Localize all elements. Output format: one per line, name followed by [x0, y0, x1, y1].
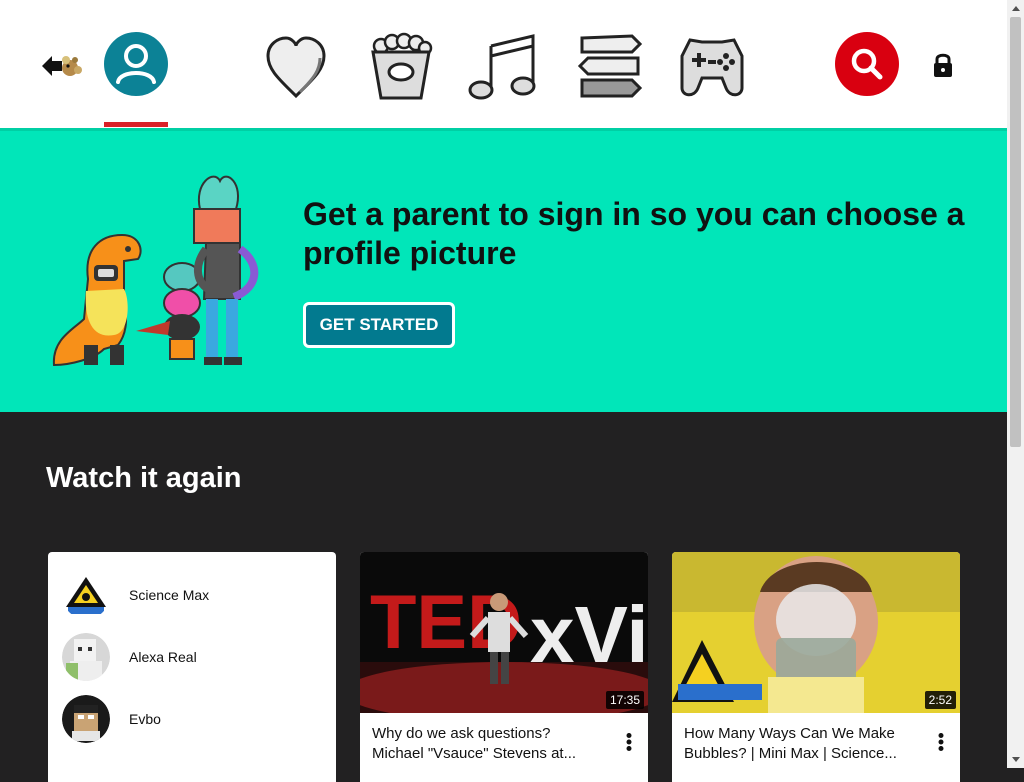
video-title-line: Bubbles? | Mini Max | Science... — [684, 745, 897, 762]
video-duration: 17:35 — [605, 691, 644, 709]
channel-row[interactable]: Evbo — [62, 693, 322, 745]
channel-list-card: Science Max Alexa Real Evbo — [48, 552, 336, 782]
video-title-line: Why do we ask questions? — [372, 725, 551, 742]
signpost-arrows-icon[interactable] — [576, 32, 644, 102]
banner-message: Get a parent to sign in so you can choos… — [303, 196, 965, 271]
page-scrollbar[interactable] — [1007, 0, 1024, 768]
channel-avatar — [62, 695, 110, 743]
section-title: Watch it again — [46, 462, 242, 494]
active-tab-indicator — [104, 122, 168, 127]
game-controller-icon[interactable] — [678, 32, 746, 102]
channel-avatar — [62, 571, 110, 619]
channel-name: Science Max — [129, 587, 210, 603]
video-card[interactable]: TED xVi 17:35 Why do we ask questions? M… — [360, 552, 648, 782]
video-title[interactable]: Why do we ask questions? Michael "Vsauce… — [372, 724, 604, 764]
scroll-up-arrow-icon[interactable] — [1007, 0, 1024, 17]
video-thumbnail[interactable]: TED xVi 17:35 — [360, 552, 648, 713]
music-notes-icon[interactable] — [467, 32, 536, 102]
lock-icon[interactable] — [932, 52, 954, 78]
video-title-line: How Many Ways Can We Make — [684, 725, 895, 742]
channel-name: Evbo — [129, 711, 161, 727]
scroll-down-arrow-icon[interactable] — [1007, 751, 1024, 768]
profile-avatar-icon[interactable] — [104, 32, 168, 96]
more-options-icon[interactable] — [626, 733, 632, 751]
popcorn-icon[interactable] — [367, 32, 435, 102]
channel-row[interactable]: Alexa Real — [62, 631, 322, 683]
get-started-button[interactable]: GET STARTED — [303, 302, 455, 348]
video-thumbnail[interactable]: 2:52 — [672, 552, 960, 713]
top-nav-bar — [0, 0, 1007, 128]
channel-name: Alexa Real — [129, 649, 197, 665]
back-logo-icon[interactable] — [38, 46, 86, 86]
video-card[interactable]: 2:52 How Many Ways Can We Make Bubbles? … — [672, 552, 960, 782]
svg-text:xVi: xVi — [530, 590, 648, 679]
channel-row[interactable]: Science Max — [62, 569, 322, 621]
cartoon-characters-illustration — [44, 169, 268, 375]
video-title[interactable]: How Many Ways Can We Make Bubbles? | Min… — [684, 724, 916, 764]
search-button[interactable] — [835, 32, 899, 96]
scrollbar-thumb[interactable] — [1010, 17, 1021, 447]
search-icon — [851, 48, 883, 80]
video-title-line: Michael "Vsauce" Stevens at... — [372, 745, 577, 762]
heart-icon[interactable] — [262, 32, 330, 102]
parent-signin-banner: Get a parent to sign in so you can choos… — [0, 128, 1007, 412]
video-duration: 2:52 — [924, 691, 956, 709]
more-options-icon[interactable] — [938, 733, 944, 751]
channel-avatar — [62, 633, 110, 681]
